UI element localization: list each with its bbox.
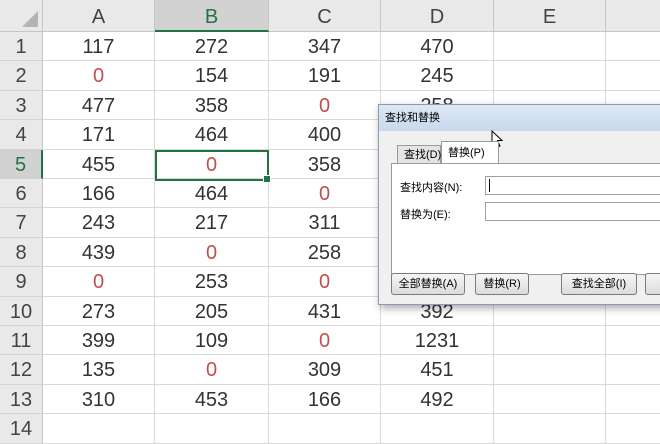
replace-all-button[interactable]: 全部替换(A) (391, 273, 465, 295)
cell[interactable]: 253 (155, 267, 269, 297)
row-header-2[interactable]: 2 (0, 61, 43, 91)
cell[interactable]: 135 (43, 355, 155, 385)
column-header-f[interactable] (606, 0, 660, 32)
cell[interactable] (494, 326, 606, 356)
row-header-9[interactable]: 9 (0, 267, 43, 297)
cell[interactable]: 477 (43, 90, 155, 121)
cell[interactable]: 171 (43, 120, 155, 150)
cell[interactable] (606, 414, 660, 444)
cell[interactable] (606, 355, 660, 385)
cell[interactable]: 1231 (381, 326, 494, 356)
find-what-input[interactable] (485, 176, 660, 195)
cell[interactable]: 258 (269, 237, 381, 268)
cell[interactable] (269, 414, 381, 444)
find-what-label: 查找内容(N): (400, 182, 463, 194)
cell[interactable] (494, 32, 606, 62)
replace-tab-panel: 查找内容(N): 替换为(E): (391, 163, 660, 275)
row-header-14[interactable]: 14 (0, 414, 43, 444)
cell[interactable]: 0 (269, 326, 381, 356)
row-header-4[interactable]: 4 (0, 120, 43, 150)
cell[interactable]: 451 (381, 355, 494, 385)
cell[interactable]: 400 (269, 120, 381, 150)
row-header-6[interactable]: 6 (0, 179, 43, 209)
cell[interactable]: 0 (43, 61, 155, 91)
row-header-5[interactable]: 5 (0, 149, 43, 179)
cell[interactable]: 439 (43, 237, 155, 268)
cell[interactable] (606, 61, 660, 91)
column-header-c[interactable]: C (269, 0, 381, 32)
cell[interactable]: 154 (155, 61, 269, 91)
find-replace-dialog: 查找和替换 查找(D) 替换(P) 查找内容(N): 替换为(E): 全部替换(… (378, 104, 660, 305)
cell[interactable] (606, 326, 660, 356)
cell[interactable]: 273 (43, 296, 155, 326)
row-header-3[interactable]: 3 (0, 90, 43, 121)
row-header-10[interactable]: 10 (0, 296, 43, 326)
row-header-8[interactable]: 8 (0, 237, 43, 268)
tab-find[interactable]: 查找(D) (397, 145, 441, 163)
cell[interactable]: 309 (269, 355, 381, 385)
select-all-triangle-icon (22, 11, 38, 27)
cell[interactable] (494, 414, 606, 444)
row-header-12[interactable]: 12 (0, 355, 43, 385)
cell[interactable]: 464 (155, 120, 269, 150)
cell[interactable]: 358 (155, 90, 269, 121)
cell[interactable]: 347 (269, 32, 381, 62)
replace-with-input[interactable] (485, 202, 660, 221)
cell[interactable]: 431 (269, 296, 381, 326)
cell[interactable]: 166 (43, 179, 155, 209)
cell[interactable]: 243 (43, 208, 155, 238)
cell[interactable]: 455 (43, 149, 155, 179)
cell[interactable]: 453 (155, 384, 269, 415)
column-header-a[interactable]: A (43, 0, 155, 32)
cell[interactable]: 166 (269, 384, 381, 415)
row-header-11[interactable]: 11 (0, 326, 43, 356)
column-header-d[interactable]: D (381, 0, 494, 32)
row-header-13[interactable]: 13 (0, 384, 43, 415)
cell[interactable] (494, 384, 606, 415)
cell[interactable]: 109 (155, 326, 269, 356)
tab-replace[interactable]: 替换(P) (441, 141, 499, 163)
cell[interactable]: 0 (155, 355, 269, 385)
cell[interactable]: 191 (269, 61, 381, 91)
cell[interactable]: 0 (269, 90, 381, 121)
cell[interactable]: 0 (155, 237, 269, 268)
select-all-button[interactable] (0, 0, 43, 32)
cell[interactable]: 205 (155, 296, 269, 326)
cell[interactable]: 311 (269, 208, 381, 238)
find-all-button[interactable]: 查找全部(I) (561, 273, 637, 295)
cell[interactable] (494, 61, 606, 91)
cell[interactable]: 0 (43, 267, 155, 297)
cell[interactable]: 399 (43, 326, 155, 356)
cell[interactable]: 117 (43, 32, 155, 62)
row-header-7[interactable]: 7 (0, 208, 43, 238)
cell[interactable]: 464 (155, 179, 269, 209)
cell[interactable] (155, 414, 269, 444)
column-header-e[interactable]: E (494, 0, 606, 32)
cell[interactable]: 0 (269, 179, 381, 209)
replace-with-label: 替换为(E): (400, 209, 451, 221)
text-caret (489, 179, 490, 192)
column-header-b[interactable]: B (155, 0, 269, 32)
cell[interactable] (381, 414, 494, 444)
cell[interactable]: 0 (269, 267, 381, 297)
cell[interactable] (494, 355, 606, 385)
cell[interactable]: 217 (155, 208, 269, 238)
row-header-1[interactable]: 1 (0, 32, 43, 62)
cell[interactable]: 310 (43, 384, 155, 415)
cell[interactable] (606, 385, 660, 415)
replace-button[interactable]: 替换(R) (475, 273, 529, 295)
cell[interactable]: 245 (381, 61, 494, 91)
find-next-button[interactable]: 查 (645, 273, 660, 295)
cell[interactable]: 470 (381, 32, 494, 62)
cell[interactable]: 358 (269, 149, 381, 179)
cell[interactable] (606, 32, 660, 62)
cell[interactable]: 492 (381, 384, 494, 415)
cell[interactable]: 272 (155, 32, 269, 62)
dialog-title[interactable]: 查找和替换 (379, 105, 660, 131)
cell[interactable] (43, 414, 155, 444)
cell[interactable]: 0 (155, 149, 269, 179)
